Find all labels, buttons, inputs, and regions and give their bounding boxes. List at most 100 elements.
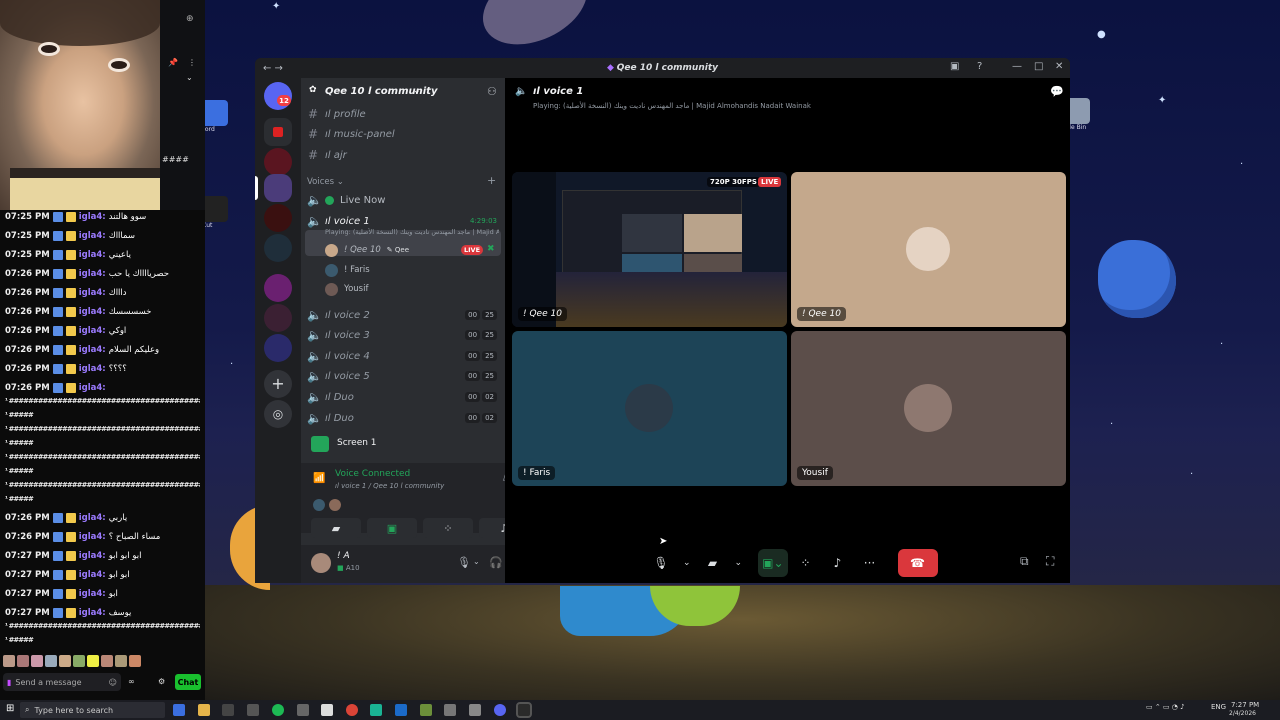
chat-username[interactable]: igla4:	[79, 364, 106, 374]
discord-icon[interactable]	[494, 704, 506, 716]
chat-username[interactable]: igla4:	[79, 532, 106, 542]
chat-username[interactable]: igla4:	[79, 269, 106, 279]
end-call-button[interactable]: ☎	[897, 549, 938, 577]
app-icon[interactable]	[469, 704, 481, 716]
mute-button[interactable]: 🎙	[647, 549, 675, 577]
chat-username[interactable]: igla4:	[79, 288, 106, 298]
participant-tile[interactable]: ! Faris	[512, 331, 787, 486]
text-channel[interactable]: # ıl ajr	[307, 146, 497, 164]
steam-icon[interactable]	[395, 704, 407, 716]
voice-channel[interactable]: 🔈 ıl Duo 00 02	[307, 409, 497, 427]
spotify-icon[interactable]	[272, 704, 284, 716]
emote-icon[interactable]	[3, 655, 15, 667]
language-indicator[interactable]: ENG	[1211, 703, 1226, 711]
chat-username[interactable]: igla4:	[79, 551, 106, 561]
emote-icon[interactable]	[17, 655, 29, 667]
app-icon[interactable]	[247, 704, 259, 716]
chat-username[interactable]: igla4:	[79, 326, 106, 336]
close-icon[interactable]: ✕	[1055, 61, 1063, 72]
emote-icon[interactable]	[87, 655, 99, 667]
chat-username[interactable]: igla4:	[79, 250, 106, 260]
obs-icon[interactable]	[516, 702, 532, 718]
chevron-down-icon[interactable]: ⌄	[413, 86, 421, 96]
points-icon[interactable]: ∞	[128, 677, 135, 686]
bits-icon[interactable]: ▮	[7, 678, 11, 687]
app-icon[interactable]	[370, 704, 382, 716]
chat-username[interactable]: igla4:	[79, 231, 106, 241]
chevron-down-icon[interactable]: ⌄	[679, 549, 695, 577]
app-icon[interactable]	[444, 704, 456, 716]
add-channel-icon[interactable]: +	[487, 174, 496, 187]
voice-channel[interactable]: 🔈 ıl voice 2 00 25	[307, 306, 497, 324]
server-icon[interactable]	[264, 334, 292, 362]
clock-time[interactable]: 7:27 PM	[1231, 701, 1259, 709]
add-server-icon[interactable]: +	[264, 370, 292, 398]
voice-status[interactable]: Voice Connected	[335, 469, 410, 479]
server-icon[interactable]	[264, 234, 292, 262]
app-icon[interactable]	[297, 704, 309, 716]
maximize-icon[interactable]: □	[1034, 61, 1043, 72]
chat-username[interactable]: igla4:	[79, 570, 106, 580]
voice-channel[interactable]: 🔈 ıl voice 5 00 25	[307, 367, 497, 385]
chat-username[interactable]: igla4:	[79, 345, 106, 355]
emote-picker-icon[interactable]: ☺	[109, 678, 117, 687]
chevron-down-icon[interactable]: ⌄	[186, 73, 193, 82]
chat-send-button[interactable]: Chat	[175, 674, 201, 690]
participant-tile[interactable]: Yousif	[791, 331, 1066, 486]
chat-bubble-icon[interactable]: 💬	[1050, 85, 1064, 98]
app-icon[interactable]	[420, 704, 432, 716]
voice-channel-live[interactable]: 🔈 Live Now	[307, 191, 497, 209]
notepad-icon[interactable]	[321, 704, 333, 716]
camera-button[interactable]: ▰	[311, 518, 361, 538]
taskbar-search[interactable]: ⌕ Type here to search	[20, 702, 165, 718]
headphones-icon[interactable]: 🎧	[489, 556, 503, 569]
server-icon[interactable]	[264, 148, 292, 176]
voice-channel[interactable]: 🔈 ıl Duo 00 02	[307, 388, 497, 406]
emote-icon[interactable]	[45, 655, 57, 667]
emote-icon[interactable]	[59, 655, 71, 667]
microphone-icon[interactable]: 🎙	[457, 556, 471, 569]
voice-member[interactable]: ! Faris	[325, 262, 370, 278]
chat-input[interactable]: ▮ Send a message ☺	[3, 673, 121, 691]
server-icon[interactable]	[264, 274, 292, 302]
start-icon[interactable]: ⊞	[6, 703, 14, 714]
chevron-down-icon[interactable]: ⌄	[731, 549, 747, 577]
voice-member[interactable]: ! Qee 10 ✎ Qee	[325, 242, 409, 258]
chevron-down-icon[interactable]: ⌄	[473, 557, 480, 566]
tray-icons[interactable]: ▭ ⌃ ▭ ◔ ♪	[1146, 703, 1185, 711]
task-view-icon[interactable]	[173, 704, 185, 716]
discover-icon[interactable]: ◎	[264, 400, 292, 428]
clock-date[interactable]: 2/4/2026	[1229, 710, 1256, 717]
fullscreen-icon[interactable]: ⛶	[1046, 554, 1054, 569]
emote-icon[interactable]	[31, 655, 43, 667]
server-icon[interactable]	[264, 204, 292, 232]
voice-channel[interactable]: 🔈 ıl voice 4 00 25	[307, 347, 497, 365]
participant-tile[interactable]: ! Qee 10	[791, 172, 1066, 327]
server-icon[interactable]	[264, 304, 292, 332]
inbox-icon[interactable]: ▣	[950, 61, 959, 72]
chat-username[interactable]: igla4:	[79, 383, 106, 393]
voice-location[interactable]: ıl voice 1 / Qee 10 l community	[335, 482, 444, 490]
gear-icon[interactable]: ⚙	[158, 677, 165, 686]
more-icon[interactable]: ⋮	[188, 58, 196, 67]
avatar[interactable]	[311, 553, 331, 573]
add-friend-icon[interactable]: ⚇	[487, 85, 497, 98]
signal-icon[interactable]: 📶	[313, 473, 325, 484]
pin-icon[interactable]: 📌	[168, 58, 178, 67]
emote-icon[interactable]	[129, 655, 141, 667]
app-icon[interactable]	[222, 704, 234, 716]
soundboard-button[interactable]: ♪	[824, 549, 852, 577]
more-options-button[interactable]: ···	[856, 549, 884, 577]
chat-username[interactable]: igla4:	[79, 307, 106, 317]
chat-username[interactable]: igla4:	[79, 212, 106, 222]
minimize-icon[interactable]: —	[1012, 61, 1022, 72]
screen-share-button[interactable]: ▣ ⌄	[758, 549, 788, 577]
text-channel[interactable]: # ıl profile	[307, 105, 497, 123]
chrome-icon[interactable]	[346, 704, 358, 716]
help-icon[interactable]: ?	[977, 61, 982, 72]
server-icon[interactable]	[264, 174, 292, 202]
text-channel[interactable]: # ıl music-panel	[307, 125, 497, 143]
voice-channel[interactable]: 🔈 ıl voice 3 00 25	[307, 326, 497, 344]
screen-share-button[interactable]: ▣	[367, 518, 417, 538]
voice-member[interactable]: Yousif	[325, 281, 368, 297]
